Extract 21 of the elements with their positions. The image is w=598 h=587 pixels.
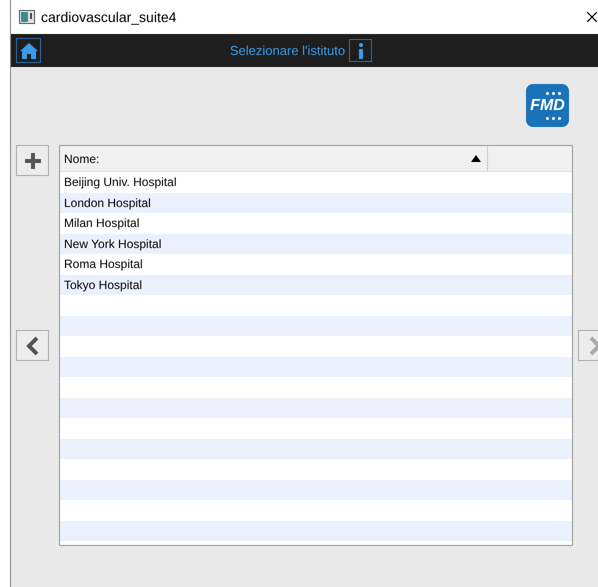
info-icon <box>358 42 364 58</box>
table-row[interactable]: London Hospital <box>60 192 572 213</box>
window-title: cardiovascular_suite4 <box>41 9 178 25</box>
app-icon <box>19 10 35 24</box>
home-button[interactable] <box>16 38 41 63</box>
previous-button[interactable] <box>16 330 49 361</box>
table-row[interactable]: New York Hospital <box>60 234 572 254</box>
chevron-right-icon <box>588 336 598 356</box>
home-icon <box>18 42 38 60</box>
info-button[interactable] <box>349 39 372 62</box>
add-button[interactable] <box>16 145 49 176</box>
table-row[interactable]: Milan Hospital <box>60 213 572 234</box>
table-row[interactable]: Roma Hospital <box>60 254 572 274</box>
table-row[interactable]: Beijing Univ. Hospital <box>60 172 572 192</box>
chevron-left-icon <box>26 336 40 356</box>
table-row[interactable]: Tokyo Hospital <box>60 274 572 295</box>
close-button[interactable] <box>587 12 597 22</box>
header-title: Selezionare l'istituto <box>230 43 346 58</box>
app-logo: FMD <box>526 84 569 127</box>
plus-icon <box>24 152 42 170</box>
close-icon <box>587 12 597 22</box>
